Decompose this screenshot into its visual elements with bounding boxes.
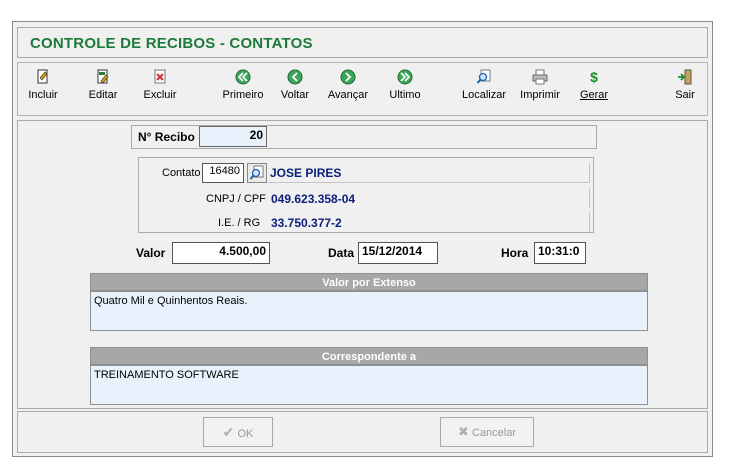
incluir-button[interactable]: Incluir <box>28 69 58 101</box>
next-record-icon <box>340 69 356 85</box>
data-field[interactable]: 15/12/2014 <box>358 242 438 264</box>
ie-label: I.E. / RG <box>218 217 261 229</box>
voltar-button[interactable]: Voltar <box>278 69 312 101</box>
first-record-icon <box>235 69 251 85</box>
toolbar: Incluir Editar Excluir Primeiro Voltar A… <box>17 62 708 116</box>
exit-door-icon <box>678 69 692 85</box>
cnpj-label: CNPJ / CPF <box>206 193 266 205</box>
svg-text:$: $ <box>590 69 598 85</box>
data-label: Data <box>328 246 355 260</box>
recibo-field[interactable]: 20 <box>199 126 267 147</box>
extenso-header: Valor por Extenso <box>90 273 648 291</box>
cnpj-value: 049.623.358-04 <box>271 192 356 206</box>
cancelar-button[interactable]: ✖ Cancelar <box>440 417 534 447</box>
primeiro-button[interactable]: Primeiro <box>222 69 264 101</box>
delete-icon <box>154 69 166 84</box>
contato-code-field[interactable]: 16480 <box>202 163 244 183</box>
ultimo-button[interactable]: Ultimo <box>388 69 422 101</box>
contato-search-button[interactable] <box>247 163 267 183</box>
ie-value: 33.750.377-2 <box>271 216 342 230</box>
search-icon <box>476 69 491 84</box>
sair-button[interactable]: Sair <box>672 69 698 101</box>
valor-field[interactable]: 4.500,00 <box>172 242 270 264</box>
form-area: N° Recibo 20 Contato 16480 JOSE PIRES CN… <box>17 120 708 409</box>
avancar-button[interactable]: Avançar <box>326 69 370 101</box>
editar-button[interactable]: Editar <box>88 69 118 101</box>
imprimir-button[interactable]: Imprimir <box>518 69 562 101</box>
print-icon <box>532 69 548 85</box>
edit-icon <box>97 69 109 84</box>
correspondente-header: Correspondente a <box>90 347 648 365</box>
previous-record-icon <box>287 69 303 85</box>
valor-label: Valor <box>136 246 166 260</box>
main-window: CONTROLE DE RECIBOS - CONTATOS Incluir E… <box>12 21 713 457</box>
dollar-icon: $ <box>590 69 598 85</box>
correspondente-memo[interactable]: TREINAMENTO SOFTWARE <box>90 365 648 405</box>
hora-label: Hora <box>501 246 529 260</box>
contato-name: JOSE PIRES <box>270 166 342 180</box>
cancel-icon: ✖ <box>458 424 469 439</box>
gerar-button[interactable]: $ Gerar <box>578 69 610 101</box>
excluir-button[interactable]: Excluir <box>142 69 178 101</box>
extenso-memo[interactable]: Quatro Mil e Quinhentos Reais. <box>90 291 648 331</box>
title-bar: CONTROLE DE RECIBOS - CONTATOS <box>17 27 708 58</box>
search-icon <box>249 165 264 180</box>
hora-field[interactable]: 10:31:0 <box>534 242 586 264</box>
window-title: CONTROLE DE RECIBOS - CONTATOS <box>30 35 313 52</box>
check-icon: ✔ <box>222 424 235 440</box>
footer: ✔ OK ✖ Cancelar <box>17 411 708 453</box>
last-record-icon <box>397 69 413 85</box>
contato-label: Contato <box>162 167 201 179</box>
new-document-icon <box>37 69 48 84</box>
ok-button[interactable]: ✔ OK <box>203 417 273 447</box>
recibo-label: N° Recibo <box>138 130 195 144</box>
localizar-button[interactable]: Localizar <box>460 69 508 101</box>
